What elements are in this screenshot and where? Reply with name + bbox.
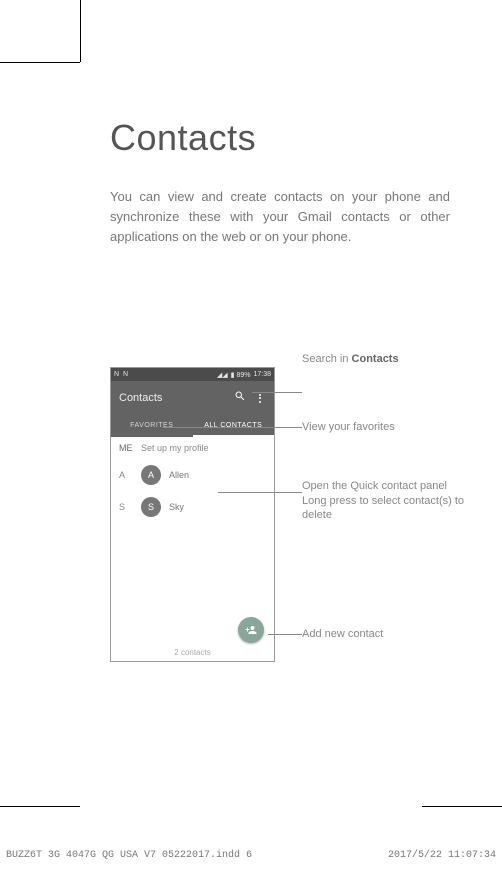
- leader-search: [252, 392, 302, 393]
- more-icon[interactable]: [254, 392, 266, 404]
- section-a: A: [119, 470, 133, 480]
- page-content: Contacts You can view and create contact…: [80, 62, 502, 807]
- callout-quick-contact: Open the Quick contact panel Long press …: [302, 479, 472, 522]
- row-sky[interactable]: S S Sky: [111, 491, 274, 523]
- battery-text: ▮ 89%: [231, 371, 251, 379]
- callout-search-bold: Contacts: [352, 353, 399, 365]
- tab-favorites[interactable]: FAVORITES: [111, 415, 193, 437]
- callout-add-new: Add new contact: [302, 627, 383, 641]
- name-sky: Sky: [169, 502, 184, 512]
- row-me[interactable]: ME Set up my profile: [111, 437, 274, 459]
- callout-search-pre: Search in: [302, 353, 352, 365]
- signal-icon: ◢◢: [217, 371, 228, 379]
- leader-add-new: [268, 634, 302, 635]
- tabs: FAVORITES ALL CONTACTS: [111, 415, 274, 437]
- contact-count: 2 contacts: [111, 644, 274, 661]
- app-bar-title: Contacts: [119, 392, 234, 404]
- row-allen[interactable]: A A Allen: [111, 459, 274, 491]
- tab-all-contacts[interactable]: ALL CONTACTS: [193, 415, 275, 437]
- callout-open-panel: Open the Quick contact panel: [302, 479, 472, 493]
- me-label: ME: [119, 443, 133, 453]
- callout-long-press: Long press to select contact(s) to delet…: [302, 494, 472, 523]
- callout-favorites: View your favorites: [302, 420, 395, 434]
- doc-footer: BUZZ6T 3G 4047G QG USA V7 05222017.indd …: [0, 850, 502, 861]
- avatar-allen: A: [141, 465, 161, 485]
- add-person-icon: [245, 624, 257, 636]
- leader-favorites: [162, 427, 302, 428]
- page-title: Contacts: [110, 117, 462, 159]
- app-bar: Contacts: [111, 381, 274, 415]
- phone-mockup: N N ◢◢ ▮ 89% 17:38 Contacts FAVORITES AL…: [110, 367, 275, 662]
- me-text: Set up my profile: [141, 443, 209, 453]
- status-left: N N: [114, 371, 214, 378]
- search-icon[interactable]: [234, 389, 246, 407]
- leader-quick-contact: [218, 492, 302, 493]
- footer-right: 2017/5/22 11:07:34: [388, 850, 496, 861]
- footer-left: BUZZ6T 3G 4047G QG USA V7 05222017.indd …: [6, 850, 252, 861]
- callout-search: Search in Contacts: [302, 352, 399, 366]
- status-bar: N N ◢◢ ▮ 89% 17:38: [111, 368, 274, 381]
- intro-paragraph: You can view and create contacts on your…: [110, 187, 450, 247]
- name-allen: Allen: [169, 470, 189, 480]
- avatar-sky: S: [141, 497, 161, 517]
- contact-list: ME Set up my profile A A Allen S S Sky: [111, 437, 274, 523]
- section-s: S: [119, 502, 133, 512]
- figure: N N ◢◢ ▮ 89% 17:38 Contacts FAVORITES AL…: [110, 362, 462, 702]
- clock-text: 17:38: [253, 371, 271, 378]
- add-contact-fab[interactable]: [238, 617, 264, 643]
